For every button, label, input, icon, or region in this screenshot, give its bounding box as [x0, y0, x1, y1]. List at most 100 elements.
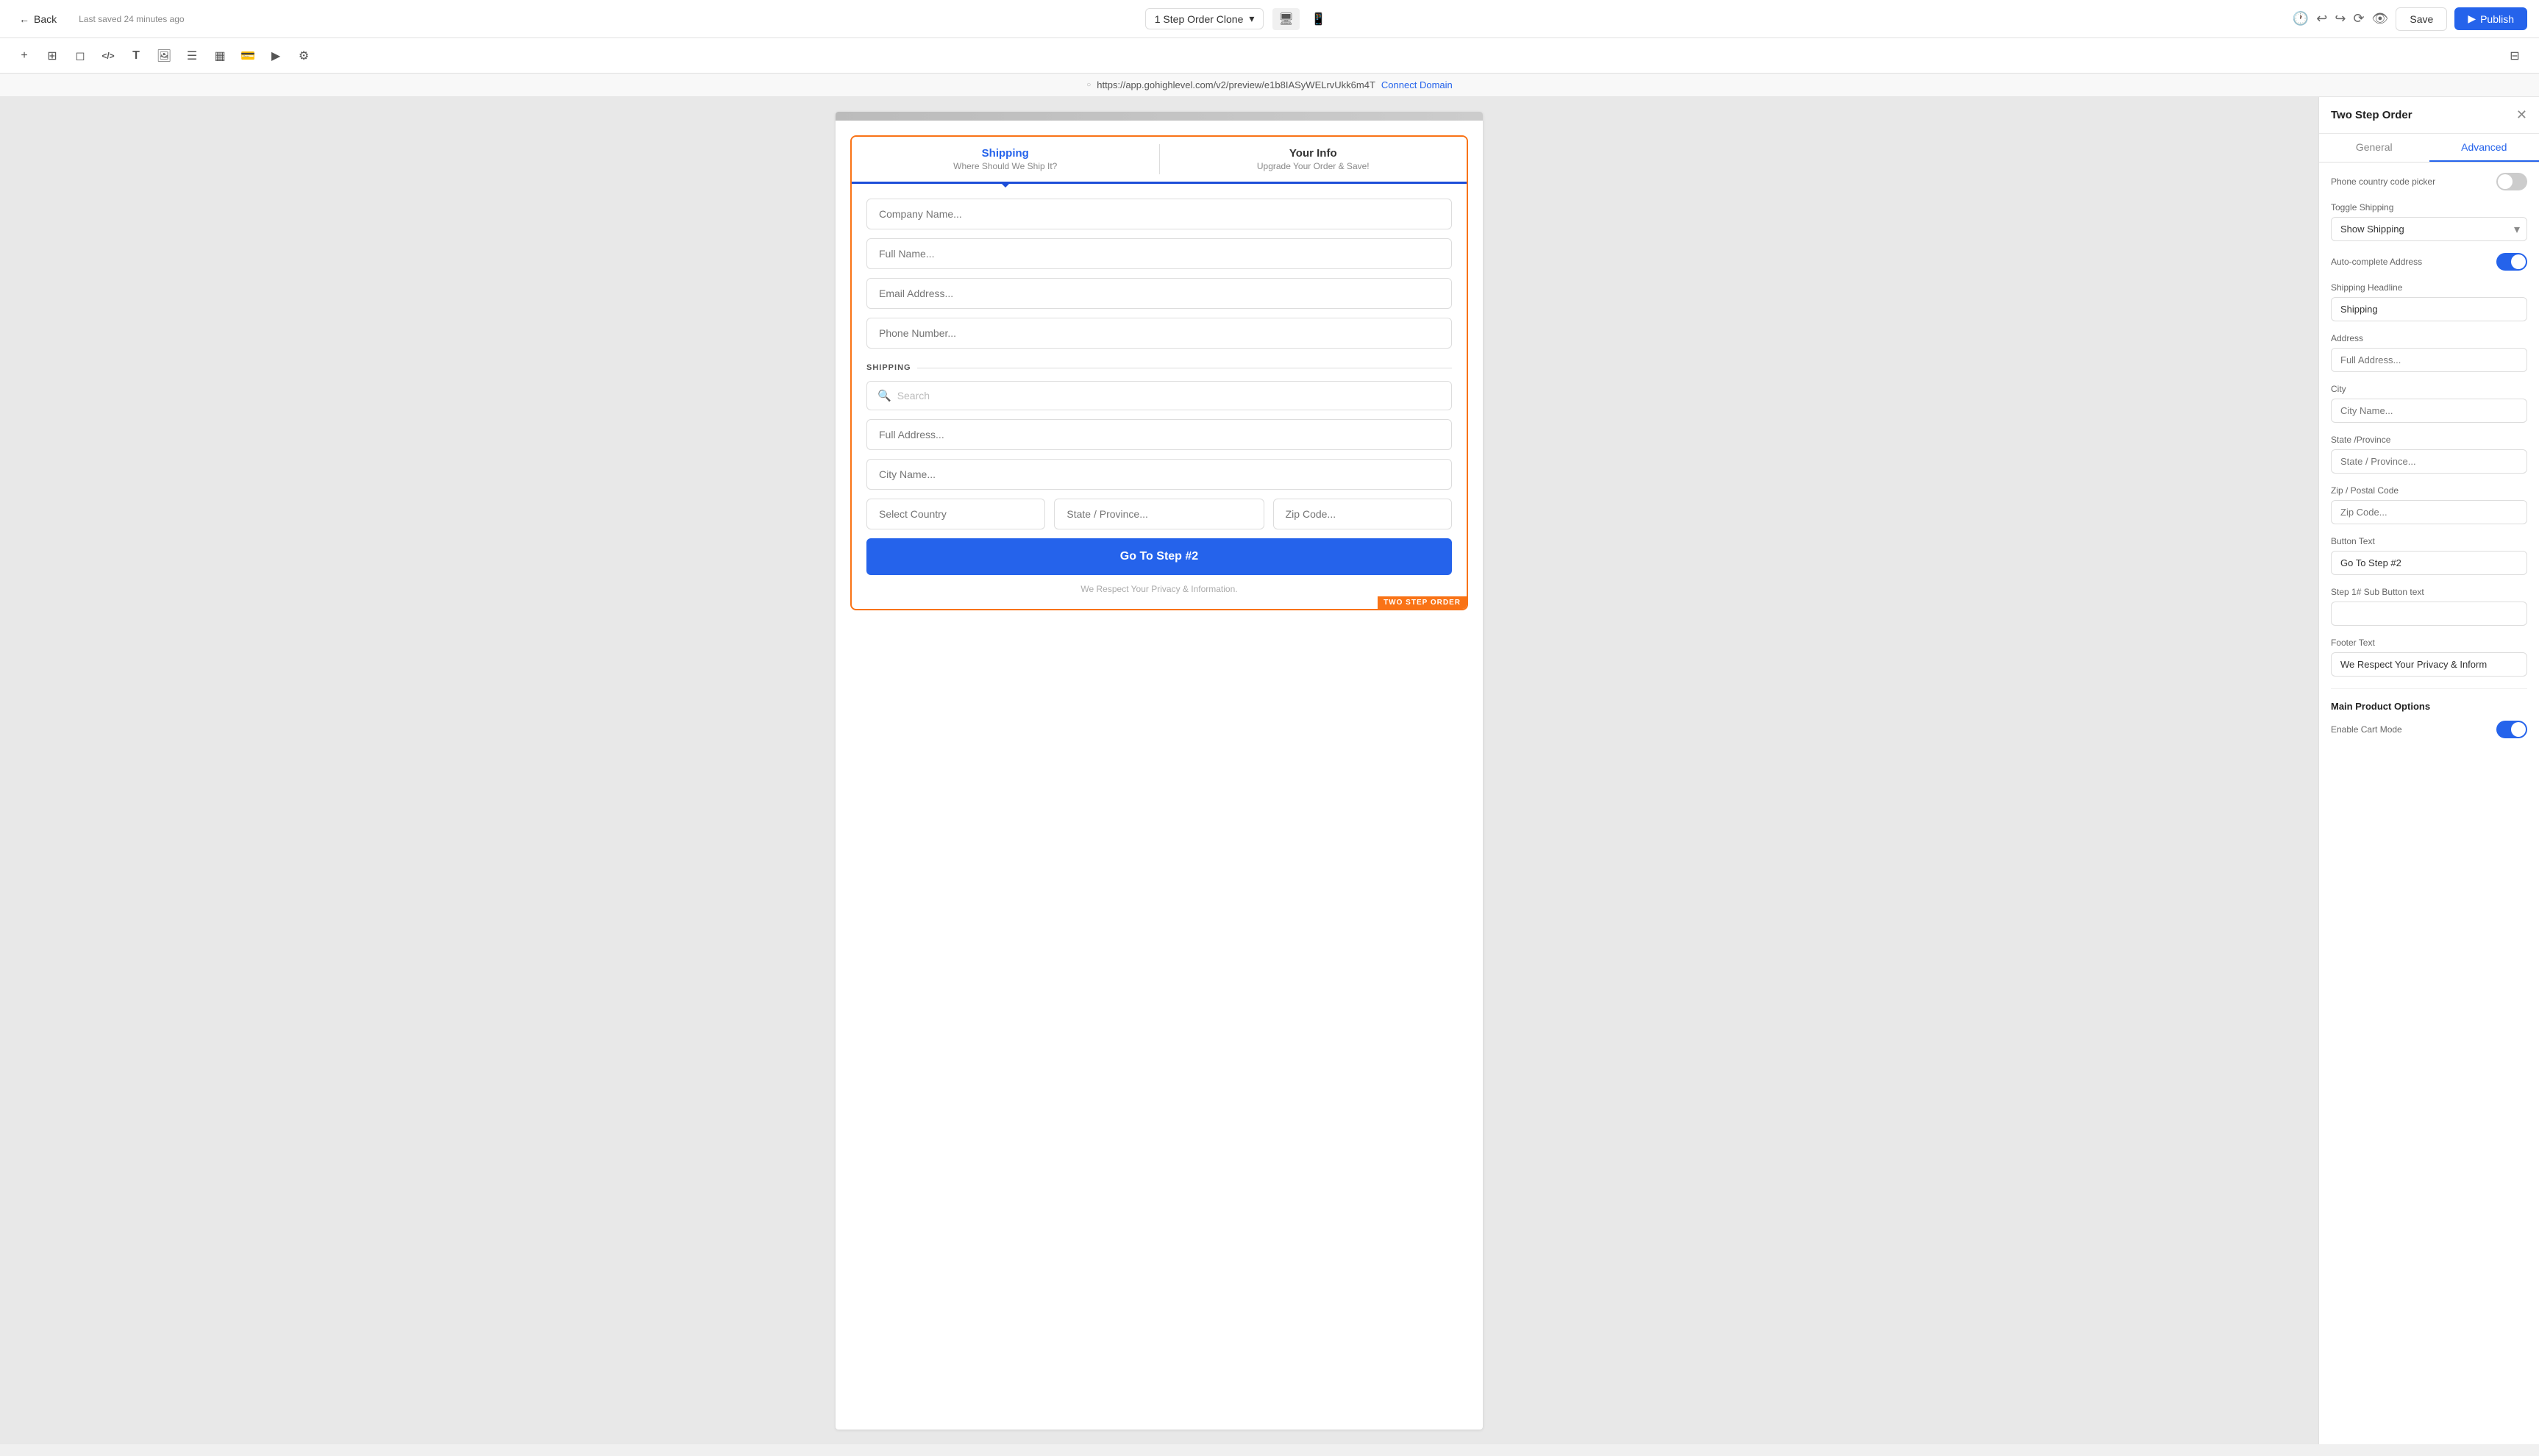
history-icon[interactable]: 🕐	[2293, 11, 2309, 26]
shipping-headline-label: Shipping Headline	[2331, 282, 2527, 293]
two-step-badge: TWO STEP ORDER	[1378, 596, 1467, 609]
order-form-box: Shipping Where Should We Ship It? Your I…	[850, 135, 1468, 610]
zip-input[interactable]	[1273, 499, 1452, 529]
autocomplete-toggle[interactable]	[2496, 253, 2527, 271]
panel-close-button[interactable]: ✕	[2516, 107, 2527, 123]
state-input[interactable]	[1054, 499, 1264, 529]
image-icon[interactable]: 🖼	[152, 43, 177, 68]
phone-country-label: Phone country code picker	[2331, 176, 2435, 187]
panel-header: Two Step Order ✕	[2319, 97, 2539, 134]
footer-text-input[interactable]	[2331, 652, 2527, 677]
page-header-bar	[836, 112, 1483, 121]
layers-icon[interactable]: ⊞	[40, 43, 65, 68]
form-footer-text: We Respect Your Privacy & Information.	[866, 584, 1452, 594]
desktop-view-button[interactable]: 🖥	[1272, 8, 1299, 30]
step1-title: Shipping	[866, 147, 1144, 160]
mobile-view-button[interactable]: 📱	[1306, 8, 1332, 30]
address-panel-label: Address	[2331, 333, 2527, 343]
toolbar: + ⊞ ◻ </> T 🖼 ☰ ▦ 💳 ▶ ⚙ ⊟	[0, 38, 2539, 74]
footer-text-row: Footer Text	[2331, 638, 2527, 677]
code-icon[interactable]: </>	[96, 43, 121, 68]
state-panel-input[interactable]	[2331, 449, 2527, 474]
state-row: State /Province	[2331, 435, 2527, 474]
address-row: Address	[2331, 333, 2527, 372]
step2-title: Your Info	[1175, 147, 1453, 160]
step1-sub-input[interactable]	[2331, 602, 2527, 626]
go-to-step2-button[interactable]: Go To Step #2	[866, 538, 1452, 575]
main-layout: Shipping Where Should We Ship It? Your I…	[0, 97, 2539, 1444]
panel-toggle-button[interactable]: ⊟	[2502, 43, 2527, 68]
toggle-shipping-select-wrapper: Show Shipping ▾	[2331, 217, 2527, 241]
autocomplete-row: Auto-complete Address	[2331, 253, 2527, 271]
right-actions: 🕐 ↩ ↪ ⟳ 👁 Save ▶ Publish	[2293, 7, 2527, 31]
button-text-input[interactable]	[2331, 551, 2527, 575]
phone-input[interactable]	[866, 318, 1452, 349]
order-steps: Shipping Where Should We Ship It? Your I…	[852, 137, 1467, 184]
redo-icon[interactable]: ↪	[2335, 11, 2346, 26]
enable-cart-toggle[interactable]	[2496, 721, 2527, 738]
autocomplete-label: Auto-complete Address	[2331, 257, 2422, 267]
zip-panel-label: Zip / Postal Code	[2331, 485, 2527, 496]
payment-icon[interactable]: 💳	[235, 43, 260, 68]
button-text-label: Button Text	[2331, 536, 2527, 546]
panel-tabs: General Advanced	[2319, 134, 2539, 163]
back-button[interactable]: ← Back	[12, 9, 64, 29]
apps-icon[interactable]: ⚙	[291, 43, 316, 68]
city-input[interactable]	[866, 459, 1452, 490]
city-panel-input[interactable]	[2331, 399, 2527, 423]
right-panel: Two Step Order ✕ General Advanced Phone …	[2318, 97, 2539, 1444]
enable-cart-label: Enable Cart Mode	[2331, 724, 2402, 735]
tab-general[interactable]: General	[2319, 134, 2429, 162]
eye-icon[interactable]: 👁	[2372, 11, 2389, 26]
step1-sub-row: Step 1# Sub Button text	[2331, 587, 2527, 626]
button-text-row: Button Text	[2331, 536, 2527, 575]
add-element-button[interactable]: +	[12, 43, 37, 68]
layout-icon[interactable]: ▦	[207, 43, 232, 68]
step2-tab[interactable]: Your Info Upgrade Your Order & Save!	[1160, 137, 1467, 182]
country-input[interactable]	[866, 499, 1045, 529]
step2-sub: Upgrade Your Order & Save!	[1175, 161, 1453, 171]
url-circle-icon: ○	[1086, 81, 1091, 89]
connect-domain-button[interactable]: Connect Domain	[1381, 79, 1453, 90]
collab-icon[interactable]: ⟳	[2353, 11, 2364, 26]
undo-icon[interactable]: ↩	[2316, 11, 2327, 26]
form-icon[interactable]: ☰	[179, 43, 204, 68]
canvas-area[interactable]: Shipping Where Should We Ship It? Your I…	[0, 97, 2318, 1444]
company-input[interactable]	[866, 199, 1452, 229]
pages-icon[interactable]: ◻	[68, 43, 93, 68]
save-button[interactable]: Save	[2396, 7, 2447, 31]
step1-sub: Where Should We Ship It?	[866, 161, 1144, 171]
address-search-row[interactable]: 🔍 Search	[866, 381, 1452, 410]
address-input[interactable]	[866, 419, 1452, 450]
form-body: SHIPPING 🔍 Search Go To Step #2	[852, 184, 1467, 609]
publish-icon: ▶	[2468, 13, 2476, 25]
panel-title: Two Step Order	[2331, 109, 2412, 121]
url-text: https://app.gohighlevel.com/v2/preview/e…	[1097, 79, 1375, 90]
toggle-shipping-select[interactable]: Show Shipping	[2331, 217, 2527, 241]
media-icon[interactable]: ▶	[263, 43, 288, 68]
top-nav: ← Back Last saved 24 minutes ago 1 Step …	[0, 0, 2539, 38]
phone-country-toggle[interactable]	[2496, 173, 2527, 190]
publish-button[interactable]: ▶ Publish	[2454, 7, 2527, 30]
email-input[interactable]	[866, 278, 1452, 309]
publish-label: Publish	[2480, 13, 2514, 25]
shipping-headline-input[interactable]	[2331, 297, 2527, 321]
address-panel-input[interactable]	[2331, 348, 2527, 372]
address-row	[866, 499, 1452, 529]
enable-cart-row: Enable Cart Mode	[2331, 721, 2527, 738]
page-name-label: 1 Step Order Clone	[1155, 13, 1244, 25]
device-icons: 🖥 📱	[1272, 8, 1331, 30]
dropdown-arrow-icon: ▾	[1249, 13, 1254, 25]
phone-country-code-row: Phone country code picker	[2331, 173, 2527, 190]
fullname-input[interactable]	[866, 238, 1452, 269]
text-icon[interactable]: T	[124, 43, 149, 68]
back-label: Back	[34, 13, 57, 25]
page-name-selector[interactable]: 1 Step Order Clone ▾	[1145, 8, 1264, 29]
step1-tab[interactable]: Shipping Where Should We Ship It?	[852, 137, 1159, 182]
zip-row: Zip / Postal Code	[2331, 485, 2527, 524]
tab-advanced[interactable]: Advanced	[2429, 134, 2539, 162]
zip-panel-input[interactable]	[2331, 500, 2527, 524]
shipping-section-label: SHIPPING	[866, 363, 1452, 372]
page-container: Shipping Where Should We Ship It? Your I…	[836, 112, 1483, 1430]
saved-text: Last saved 24 minutes ago	[79, 14, 184, 24]
